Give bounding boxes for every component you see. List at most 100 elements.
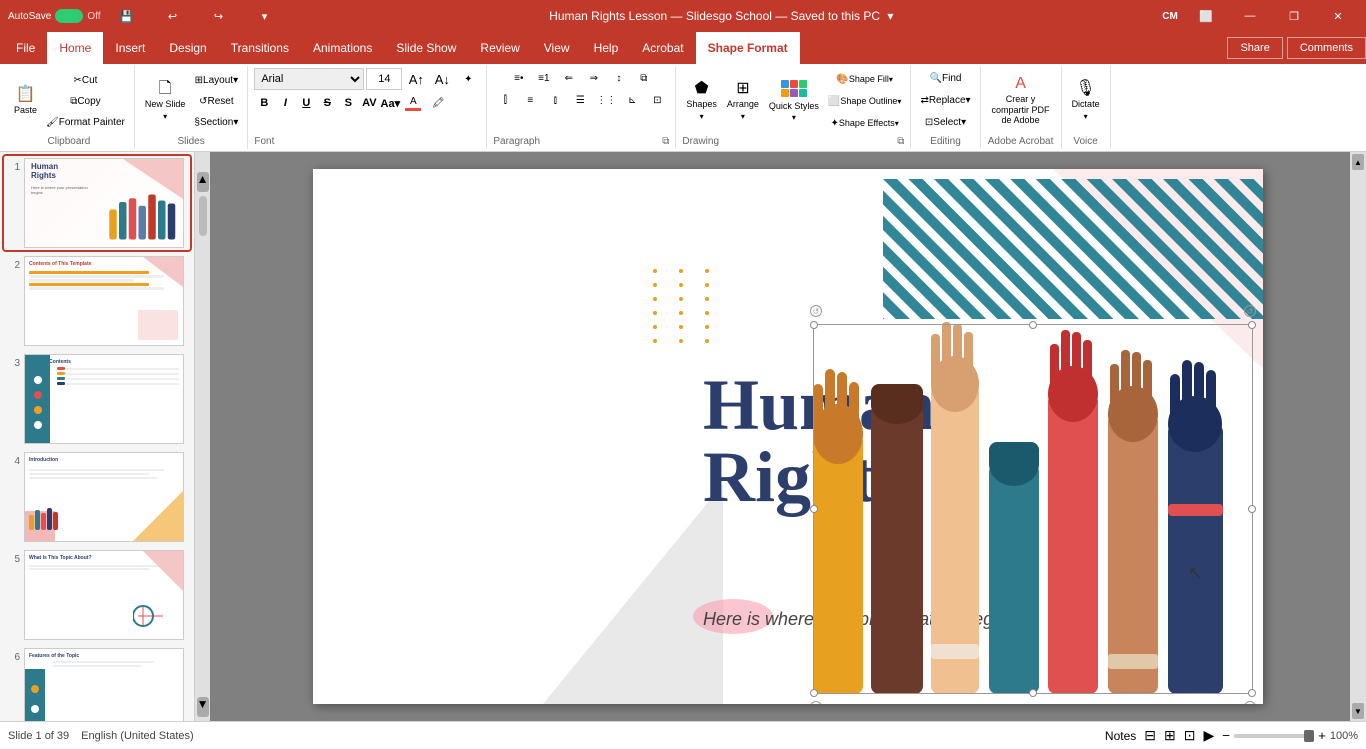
align-center-button[interactable]: ≡: [518, 90, 542, 110]
view-reading-button[interactable]: ⊡: [1184, 727, 1196, 744]
tab-slideshow[interactable]: Slide Show: [384, 32, 468, 64]
layout-button[interactable]: ⊞ Layout ▾: [191, 70, 241, 90]
vertical-scrollbar[interactable]: ▲ ▼: [1350, 152, 1366, 721]
shape-outline-button[interactable]: ⬜ Shape Outline ▾: [825, 91, 905, 111]
slide-img-3: Table of Contents: [24, 354, 184, 444]
change-case-button[interactable]: Aa▾: [380, 93, 400, 113]
comments-button[interactable]: Comments: [1287, 37, 1366, 59]
slide-thumb-4[interactable]: 4 Introduction: [4, 450, 190, 544]
copy-button[interactable]: ⧉ Copy: [43, 91, 128, 111]
italic-button[interactable]: I: [275, 93, 295, 113]
paragraph-label: Paragraph ⧉: [493, 134, 669, 147]
underline-button[interactable]: U: [296, 93, 316, 113]
line-spacing-button[interactable]: ↕: [607, 68, 631, 88]
arrange-button[interactable]: ⊞ Arrange ▾: [723, 71, 763, 131]
slide-panel-scrollbar[interactable]: ▲ ▼: [195, 152, 210, 721]
align-left-button[interactable]: ⫿: [493, 90, 517, 110]
redo-button[interactable]: ↪: [199, 0, 239, 32]
tab-insert[interactable]: Insert: [103, 32, 157, 64]
select-button[interactable]: ⊡ Select ▾: [922, 112, 969, 132]
tab-home[interactable]: Home: [47, 32, 103, 64]
vscroll-down[interactable]: ▼: [1352, 703, 1364, 719]
cut-button[interactable]: ✂ Cut: [43, 70, 128, 90]
tab-design[interactable]: Design: [157, 32, 218, 64]
increase-indent-button[interactable]: ⇒: [582, 68, 606, 88]
notes-button[interactable]: Notes: [1105, 729, 1136, 743]
vscroll-up[interactable]: ▲: [1352, 154, 1364, 170]
slide-thumb-1[interactable]: 1 HumanRights Here is where your present…: [4, 156, 190, 250]
slide-thumb-2[interactable]: 2 Contents of This Template: [4, 254, 190, 348]
title-dropdown[interactable]: ▾: [887, 9, 893, 23]
bold-button[interactable]: B: [254, 93, 274, 113]
zoom-out-button[interactable]: −: [1222, 728, 1230, 743]
find-button[interactable]: 🔍 Find: [927, 68, 965, 88]
tab-acrobat[interactable]: Acrobat: [630, 32, 695, 64]
section-button[interactable]: § Section ▾: [191, 112, 241, 132]
drawing-expand-icon[interactable]: ⧉: [897, 136, 904, 147]
slide-panel-wrapper: 1 HumanRights Here is where your present…: [0, 152, 210, 721]
view-normal-button[interactable]: ⊟: [1144, 727, 1156, 744]
slide-panel[interactable]: 1 HumanRights Here is where your present…: [0, 152, 195, 721]
replace-button[interactable]: ⇄ Replace ▾: [917, 90, 973, 110]
tab-animations[interactable]: Animations: [301, 32, 384, 64]
font-size-input[interactable]: [366, 68, 402, 90]
char-spacing-button[interactable]: AV: [359, 93, 379, 113]
paste-button[interactable]: 📋 Paste: [10, 71, 41, 131]
hands-illustration[interactable]: [803, 304, 1253, 704]
customize-qat-button[interactable]: ▾: [245, 0, 285, 32]
scroll-up-button[interactable]: ▲: [197, 172, 209, 192]
tab-file[interactable]: File: [4, 32, 47, 64]
font-family-select[interactable]: Arial: [254, 68, 364, 90]
undo-button[interactable]: ↩: [153, 0, 193, 32]
justify-button[interactable]: ☰: [568, 90, 592, 110]
scroll-thumb[interactable]: [199, 196, 207, 236]
quick-styles-button[interactable]: Quick Styles ▾: [765, 71, 823, 131]
minimize-button[interactable]: —: [1230, 0, 1270, 32]
zoom-slider[interactable]: [1234, 734, 1314, 738]
text-direction-button[interactable]: ⊾: [620, 90, 644, 110]
save-button[interactable]: 💾: [107, 0, 147, 32]
user-avatar[interactable]: CM: [1158, 4, 1182, 28]
tab-shape-format[interactable]: Shape Format: [696, 32, 800, 64]
font-color-button[interactable]: A: [401, 93, 425, 113]
decrease-indent-button[interactable]: ⇐: [557, 68, 581, 88]
slide-thumb-5[interactable]: 5 What Is This Topic About?: [4, 548, 190, 642]
shapes-button[interactable]: ⬟ Shapes ▾: [682, 71, 721, 131]
close-button[interactable]: ✕: [1318, 0, 1358, 32]
view-slide-sorter-button[interactable]: ⊞: [1164, 727, 1176, 744]
align-right-button[interactable]: ⫾: [543, 90, 567, 110]
tab-view[interactable]: View: [532, 32, 582, 64]
share-button[interactable]: Share: [1227, 37, 1282, 59]
align-text-button[interactable]: ⊡: [645, 90, 669, 110]
autosave-toggle[interactable]: AutoSave Off: [8, 9, 101, 23]
decrease-font-button[interactable]: A↓: [430, 69, 454, 89]
ribbon-display-button[interactable]: ⬜: [1186, 0, 1226, 32]
shape-fill-button[interactable]: 🎨 Shape Fill ▾: [825, 69, 905, 89]
numbering-button[interactable]: ≡1: [532, 68, 556, 88]
clear-format-button[interactable]: ✦: [456, 69, 480, 89]
smartart-button[interactable]: ⧉: [632, 68, 656, 88]
increase-font-button[interactable]: A↑: [404, 69, 428, 89]
dictate-button[interactable]: 🎙 Dictate ▾: [1068, 71, 1104, 131]
tab-help[interactable]: Help: [582, 32, 631, 64]
slide-thumb-6[interactable]: 6 Features of the Topic: [4, 646, 190, 721]
tab-transitions[interactable]: Transitions: [219, 32, 301, 64]
paragraph-expand-icon[interactable]: ⧉: [662, 136, 669, 147]
scroll-down-button[interactable]: ▼: [197, 697, 209, 717]
zoom-in-button[interactable]: +: [1318, 728, 1326, 743]
new-slide-button[interactable]: 🗋 New Slide ▾: [141, 71, 190, 131]
view-slideshow-button[interactable]: ▶: [1203, 727, 1214, 744]
reset-button[interactable]: ↺ Reset: [191, 91, 241, 111]
highlight-color-button[interactable]: 🖍: [426, 93, 450, 113]
create-pdf-button[interactable]: A Crear y compartir PDF de Adobe: [987, 71, 1055, 131]
autosave-switch[interactable]: [55, 9, 83, 23]
format-painter-button[interactable]: 🖌 Format Painter: [43, 112, 128, 132]
shape-effects-button[interactable]: ✦ Shape Effects ▾: [825, 113, 905, 133]
columns-button[interactable]: ⋮⋮: [593, 90, 619, 110]
bullets-button[interactable]: ≡•: [507, 68, 531, 88]
shadow-button[interactable]: S: [338, 93, 358, 113]
restore-button[interactable]: ❐: [1274, 0, 1314, 32]
strikethrough-button[interactable]: S: [317, 93, 337, 113]
slide-thumb-3[interactable]: 3 Table of Contents: [4, 352, 190, 446]
tab-review[interactable]: Review: [468, 32, 531, 64]
